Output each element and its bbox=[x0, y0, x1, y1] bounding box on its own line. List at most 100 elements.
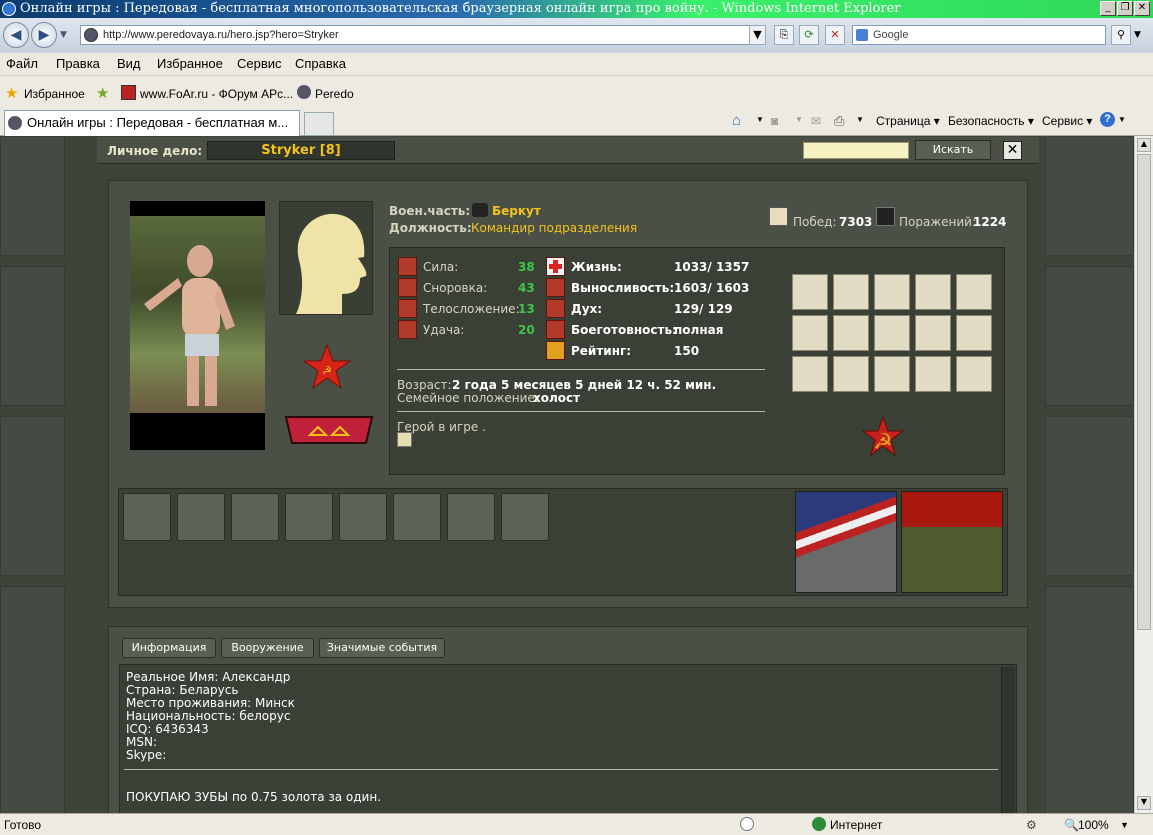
history-dropdown-icon[interactable]: ▼ bbox=[60, 30, 67, 40]
tools-menu[interactable]: Сервис ▾ bbox=[1042, 114, 1092, 128]
medal-icon[interactable] bbox=[792, 356, 828, 392]
rank-shoulder-board-icon bbox=[282, 415, 376, 445]
stop-button[interactable]: ✕ bbox=[825, 25, 845, 45]
zoom-icon[interactable]: 🔍 bbox=[1064, 818, 1079, 832]
medal-icon[interactable] bbox=[874, 315, 910, 351]
zoom-dropdown-icon[interactable]: ▼ bbox=[1120, 820, 1129, 830]
badge-icon[interactable] bbox=[501, 493, 549, 541]
print-icon[interactable]: ⎙ bbox=[834, 113, 844, 129]
tab-events[interactable]: Значимые события bbox=[319, 638, 445, 658]
feeds-dropdown-icon[interactable]: ▼ bbox=[795, 115, 803, 124]
badge-icon[interactable] bbox=[393, 493, 441, 541]
zone-label: Интернет bbox=[830, 818, 883, 832]
popup-blocker-icon[interactable]: ⚙ bbox=[1026, 818, 1037, 832]
player-search-button[interactable]: Искать bbox=[915, 140, 991, 160]
medal-icon[interactable] bbox=[792, 274, 828, 310]
motorcycle-vehicle-image[interactable] bbox=[795, 491, 897, 593]
info-line: Skype: bbox=[126, 748, 167, 762]
medal-icon[interactable] bbox=[833, 274, 869, 310]
fav-link-peredo[interactable]: Peredo bbox=[315, 87, 354, 101]
help-dropdown-icon[interactable]: ▼ bbox=[1118, 115, 1126, 124]
badge-icon[interactable] bbox=[285, 493, 333, 541]
player-photo bbox=[130, 201, 265, 450]
medal-icon[interactable] bbox=[915, 356, 951, 392]
badge-icon[interactable] bbox=[447, 493, 495, 541]
feeds-icon[interactable]: ◙ bbox=[771, 114, 778, 128]
vital-label: Боеготовность: bbox=[571, 323, 677, 337]
foar-favicon-icon bbox=[121, 85, 136, 100]
favorites-button[interactable]: Избранное bbox=[24, 87, 85, 101]
scroll-down-icon[interactable]: ▼ bbox=[1137, 796, 1151, 810]
home-icon[interactable]: ⌂ bbox=[732, 112, 741, 129]
menu-view[interactable]: Вид bbox=[117, 56, 141, 71]
soldier-silhouette-icon bbox=[296, 213, 367, 314]
print-dropdown-icon[interactable]: ▼ bbox=[856, 115, 864, 124]
add-favorite-icon[interactable]: ★ bbox=[96, 84, 109, 102]
menu-tools[interactable]: Сервис bbox=[237, 56, 282, 71]
badge-icon[interactable] bbox=[177, 493, 225, 541]
address-bar[interactable]: http://www.peredovaya.ru/hero.jsp?hero=S… bbox=[80, 25, 766, 45]
info-scrollbar[interactable] bbox=[1001, 667, 1015, 813]
medal-icon[interactable] bbox=[792, 315, 828, 351]
unit-link[interactable]: Беркут bbox=[492, 204, 541, 218]
menu-help[interactable]: Справка bbox=[295, 56, 346, 71]
menu-edit[interactable]: Правка bbox=[56, 56, 100, 71]
player-search-input[interactable] bbox=[803, 142, 909, 159]
new-tab-button[interactable] bbox=[304, 112, 334, 136]
close-window-button[interactable]: ✕ bbox=[1134, 1, 1150, 16]
scroll-thumb[interactable] bbox=[1137, 154, 1151, 630]
edit-pencil-icon[interactable] bbox=[397, 432, 412, 447]
medal-icon[interactable] bbox=[956, 356, 992, 392]
strength-icon bbox=[398, 257, 417, 276]
refresh-button[interactable]: ⟳ bbox=[799, 25, 819, 45]
search-button[interactable]: ⚲ bbox=[1111, 25, 1131, 45]
scroll-up-icon[interactable]: ▲ bbox=[1137, 138, 1151, 152]
protected-mode-icon[interactable] bbox=[740, 817, 754, 831]
tab-information[interactable]: Информация bbox=[122, 638, 216, 658]
tab-weapons[interactable]: Вооружение bbox=[221, 638, 314, 658]
security-menu[interactable]: Безопасность ▾ bbox=[948, 114, 1034, 128]
mail-icon[interactable]: ✉ bbox=[811, 114, 821, 128]
close-profile-button[interactable]: ✕ bbox=[1003, 141, 1022, 160]
badge-icon[interactable] bbox=[231, 493, 279, 541]
back-button[interactable]: ◀ bbox=[3, 22, 29, 48]
badge-icon[interactable] bbox=[339, 493, 387, 541]
help-icon[interactable]: ? bbox=[1100, 112, 1115, 127]
divider bbox=[397, 369, 765, 370]
medal-icon[interactable] bbox=[874, 274, 910, 310]
badge-icon[interactable] bbox=[123, 493, 171, 541]
medal-icon[interactable] bbox=[874, 356, 910, 392]
fav-link-foar[interactable]: www.FoAr.ru - ФОрум АРс... bbox=[140, 87, 293, 101]
jeep-vehicle-image[interactable] bbox=[901, 491, 1003, 593]
medal-icon[interactable] bbox=[915, 315, 951, 351]
tab-active[interactable]: Онлайн игры : Передовая - бесплатная м..… bbox=[4, 110, 300, 136]
info-line: Место проживания: Минск bbox=[126, 696, 295, 710]
family-value: холост bbox=[533, 391, 581, 405]
stat-label: Сила: bbox=[423, 260, 459, 274]
menu-favorites[interactable]: Избранное bbox=[157, 56, 223, 71]
zoom-level[interactable]: 100% bbox=[1078, 818, 1109, 832]
medal-icon[interactable] bbox=[956, 315, 992, 351]
page-scrollbar[interactable]: ▲ ▼ bbox=[1134, 136, 1153, 813]
status-bar: Готово Интернет ⚙ 🔍 100% ▼ bbox=[0, 813, 1153, 835]
age-value: 2 года 5 месяцев 5 дней 12 ч. 52 мин. bbox=[452, 378, 717, 392]
medal-icon[interactable] bbox=[833, 315, 869, 351]
minimize-button[interactable]: _ bbox=[1100, 1, 1116, 16]
stamina-icon bbox=[546, 278, 565, 297]
page-menu[interactable]: Страница ▾ bbox=[876, 114, 940, 128]
compat-view-button[interactable]: ⎘ bbox=[774, 25, 794, 45]
search-options-icon[interactable]: ▼ bbox=[1134, 30, 1141, 40]
stat-label: Телосложение: bbox=[423, 302, 520, 316]
maximize-button[interactable]: ❐ bbox=[1117, 1, 1133, 16]
menu-file[interactable]: Файл bbox=[6, 56, 38, 71]
vital-label: Дух: bbox=[571, 302, 603, 316]
home-dropdown-icon[interactable]: ▼ bbox=[756, 115, 764, 124]
medal-icon[interactable] bbox=[833, 356, 869, 392]
address-dropdown-button[interactable]: ▼ bbox=[749, 25, 766, 45]
forward-button[interactable]: ▶ bbox=[31, 22, 57, 48]
avatar-silhouette bbox=[279, 201, 373, 315]
medal-icon[interactable] bbox=[956, 274, 992, 310]
search-input[interactable]: Google bbox=[852, 25, 1106, 45]
medal-icon[interactable] bbox=[915, 274, 951, 310]
family-label: Семейное положение: bbox=[397, 391, 539, 405]
